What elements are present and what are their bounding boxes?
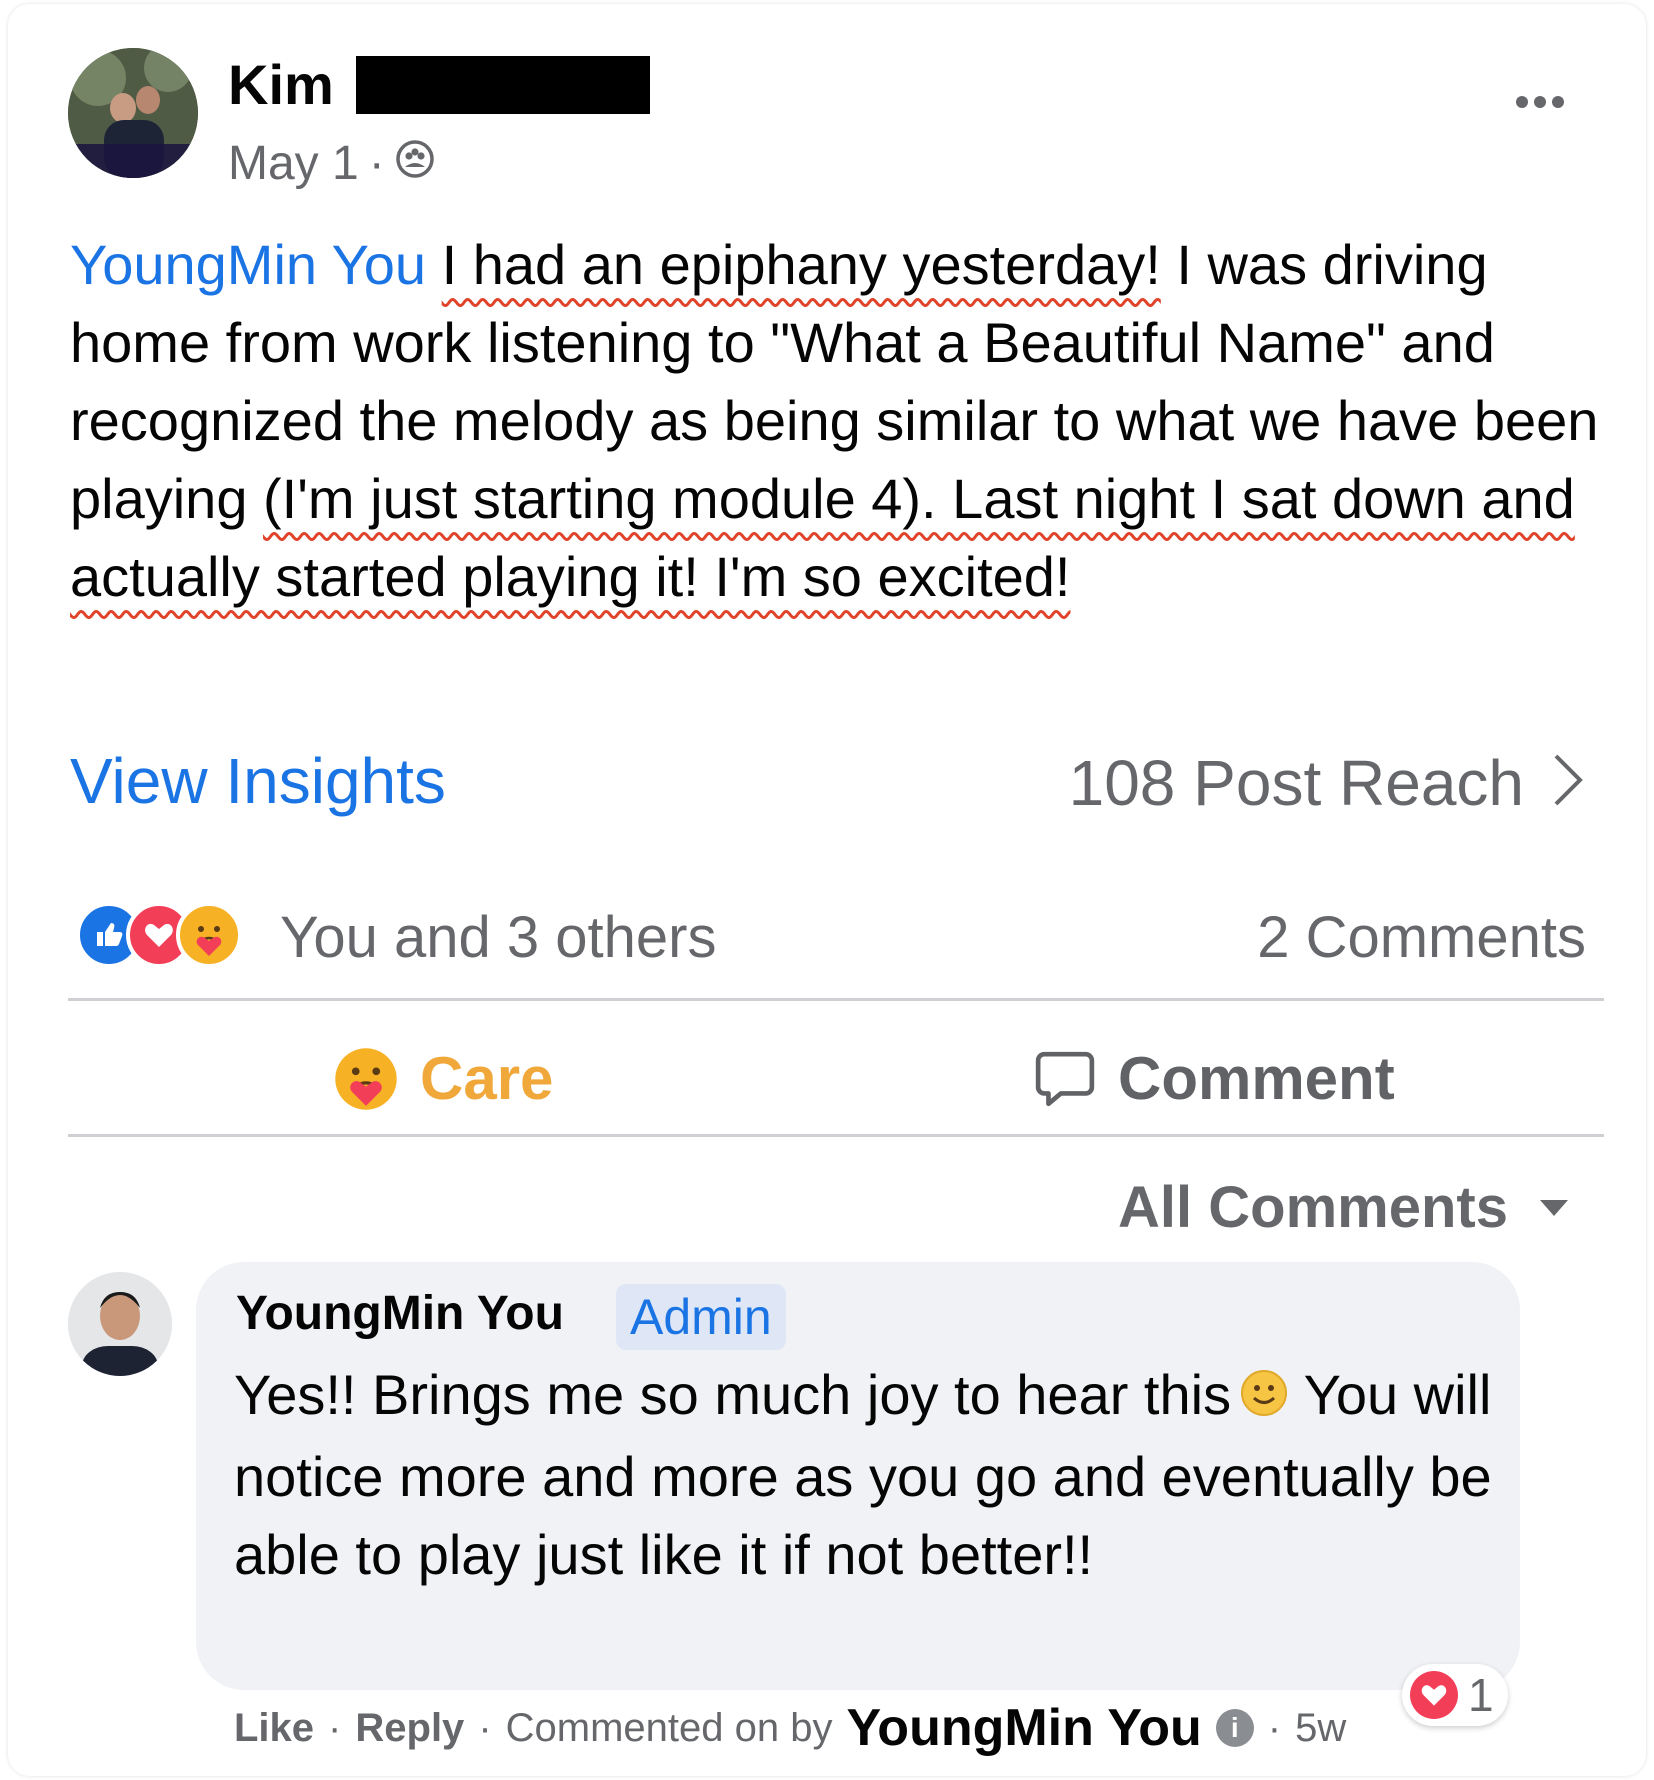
smiley-emoji-icon <box>1239 1360 1289 1438</box>
reaction-summary[interactable]: You and 3 others <box>280 904 716 971</box>
comments-count[interactable]: 2 Comments <box>1257 904 1586 971</box>
info-icon[interactable]: i <box>1215 1709 1254 1747</box>
love-reaction-icon <box>1410 1671 1458 1719</box>
comment-reaction-count[interactable]: 1 <box>1402 1664 1508 1726</box>
divider <box>68 1134 1604 1137</box>
footer-separator: · <box>328 1705 342 1750</box>
post-meta: May 1 · <box>228 136 435 191</box>
divider <box>68 998 1604 1001</box>
comment-button[interactable]: Comment <box>1034 1044 1395 1113</box>
post-date[interactable]: May 1 <box>228 136 359 191</box>
caret-down-icon <box>1540 1199 1568 1216</box>
post-author-name[interactable]: Kim <box>228 52 334 117</box>
comment-text: Yes!! Brings me so much joy to hear this… <box>234 1356 1494 1594</box>
mention-link[interactable]: YoungMin You <box>70 233 426 296</box>
commented-by-name[interactable]: YoungMin You <box>846 1698 1201 1758</box>
comment-author[interactable]: YoungMin You <box>236 1286 564 1341</box>
love-count-value: 1 <box>1468 1669 1494 1721</box>
care-icon <box>335 1047 397 1110</box>
post-text-highlight: (I'm just starting module 4). Last night… <box>70 467 1575 608</box>
comment-label: Comment <box>1118 1045 1395 1112</box>
post-reach-link[interactable]: 108 Post Reach <box>1069 746 1524 820</box>
post-text-highlight: I had an epiphany yesterday! <box>441 233 1161 296</box>
view-insights-link[interactable]: View Insights <box>70 744 446 818</box>
care-reaction-icon <box>176 902 242 968</box>
footer-separator: · <box>1267 1705 1282 1750</box>
post-card: Kim May 1 · YoungMin You I had an epipha… <box>8 4 1646 1776</box>
comment-like-button[interactable]: Like <box>234 1706 314 1751</box>
redacted-surname <box>356 56 650 114</box>
group-audience-icon <box>395 136 435 191</box>
comment-bubble-icon <box>1035 1051 1095 1106</box>
commenter-avatar[interactable] <box>68 1272 172 1376</box>
post-body: YoungMin You I had an epiphany yesterday… <box>70 226 1610 616</box>
reaction-icons[interactable] <box>76 902 242 968</box>
chevron-right-icon[interactable] <box>1550 752 1586 813</box>
comment-age: 5w <box>1295 1705 1347 1750</box>
comment-footer: Like · Reply · Commented on by YoungMin … <box>234 1698 1346 1758</box>
care-button[interactable]: Care <box>334 1044 553 1113</box>
meta-separator: · <box>368 137 385 190</box>
comment-text-line: Yes!! Brings me so much joy to hear this <box>234 1363 1232 1426</box>
care-label: Care <box>420 1045 554 1112</box>
admin-badge: Admin <box>616 1284 786 1350</box>
more-options-icon[interactable] <box>1516 96 1564 108</box>
all-comments-filter[interactable]: All Comments <box>1118 1174 1570 1241</box>
all-comments-label: All Comments <box>1118 1175 1508 1240</box>
comment-bubble: YoungMin You Admin Yes!! Brings me so mu… <box>196 1262 1520 1690</box>
footer-separator: · <box>478 1705 492 1750</box>
comment-reply-button[interactable]: Reply <box>355 1706 464 1751</box>
commented-on-by-label: Commented on by <box>505 1705 833 1750</box>
post-text-segment <box>426 233 442 296</box>
author-avatar[interactable] <box>68 48 198 178</box>
